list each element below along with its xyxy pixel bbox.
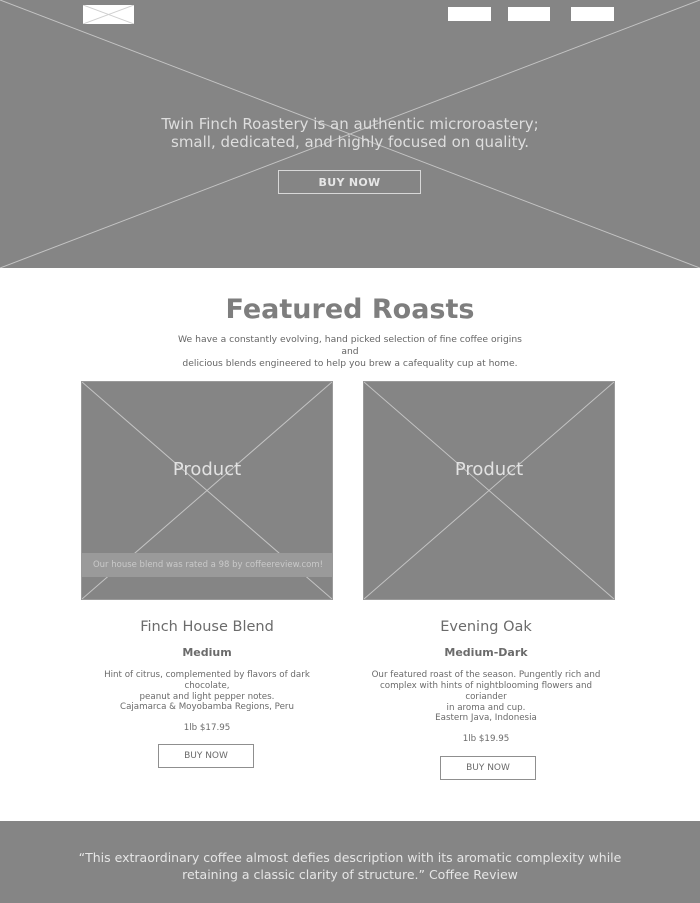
- featured-title: Featured Roasts: [225, 294, 475, 325]
- product-buy-now-button-1[interactable]: BUY NOW: [158, 744, 254, 768]
- hero-tagline-line-1: Twin Finch Roastery is an authentic micr…: [161, 115, 539, 133]
- product-price-1: 1lb $17.95: [183, 723, 231, 733]
- nav-item-placeholder-3[interactable]: [571, 7, 614, 21]
- hero-tagline-line-2: small, dedicated, and highly focused on …: [171, 133, 529, 151]
- featured-subtitle-line-1: We have a constantly evolving, hand pick…: [178, 334, 522, 357]
- hero-buy-now-button[interactable]: BUY NOW: [278, 170, 421, 194]
- featured-subtitle: We have a constantly evolving, hand pick…: [170, 334, 530, 370]
- product-description-2-line-1: Our featured roast of the season. Pungen…: [371, 670, 601, 680]
- nav-item-placeholder-2[interactable]: [508, 7, 550, 21]
- product-placeholder-cross-2: [364, 382, 614, 599]
- product-roast-1: Medium: [182, 646, 232, 659]
- product-rating-banner: Our house blend was rated a 98 by coffee…: [82, 553, 332, 577]
- product-region-1: Cajamarca & Moyobamba Regions, Peru: [120, 702, 294, 712]
- logo-placeholder-cross: [83, 5, 134, 24]
- product-description-2-line-2: complex with hints of nightblooming flow…: [379, 681, 593, 702]
- product-region-2: Eastern Java, Indonesia: [435, 713, 537, 723]
- hero-image-placeholder: Twin Finch Roastery is an authentic micr…: [0, 0, 700, 268]
- testimonial-quote: “This extraordinary coffee almost defies…: [70, 849, 630, 883]
- product-name-2: Evening Oak: [440, 619, 532, 635]
- product-image-placeholder-1[interactable]: Product Our house blend was rated a 98 b…: [81, 381, 333, 600]
- product-description-1: Hint of citrus, complemented by flavors …: [81, 670, 333, 703]
- product-image-label-2: Product: [454, 459, 524, 480]
- nav-item-placeholder-1[interactable]: [448, 7, 491, 21]
- product-description-2: Our featured roast of the season. Pungen…: [360, 670, 612, 714]
- product-buy-now-button-2[interactable]: BUY NOW: [440, 756, 536, 780]
- product-price-2: 1lb $19.95: [462, 734, 510, 744]
- featured-subtitle-line-2: delicious blends engineered to help you …: [182, 358, 518, 369]
- product-image-label-1: Product: [172, 459, 242, 480]
- product-roast-2: Medium-Dark: [444, 646, 528, 659]
- hero-tagline: Twin Finch Roastery is an authentic micr…: [110, 115, 590, 151]
- logo-placeholder[interactable]: [83, 5, 134, 24]
- testimonial-quote-line-1: “This extraordinary coffee almost defies…: [78, 850, 622, 865]
- testimonial-quote-line-2: retaining a classic clarity of structure…: [182, 867, 518, 882]
- product-image-placeholder-2[interactable]: Product: [363, 381, 615, 600]
- product-description-1-line-1: Hint of citrus, complemented by flavors …: [104, 670, 310, 691]
- product-name-1: Finch House Blend: [140, 619, 274, 635]
